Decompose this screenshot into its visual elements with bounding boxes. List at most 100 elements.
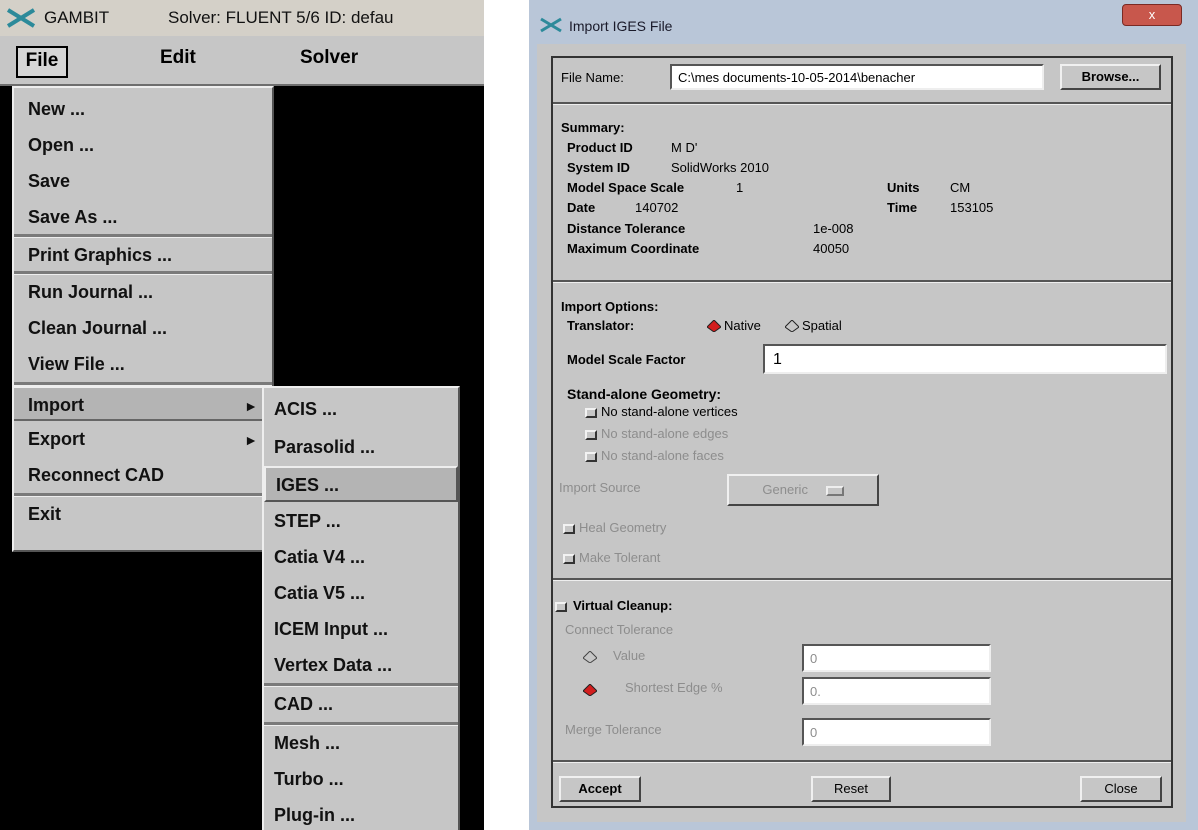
product-id-value: M D'	[671, 140, 698, 155]
model-scale-factor-field[interactable]: 1	[763, 344, 1167, 374]
shortest-edge-field[interactable]: 0.	[802, 677, 991, 705]
menu-item-label: Vertex Data ...	[274, 655, 393, 675]
menu-item-run-journal[interactable]: Run Journal ...	[14, 275, 272, 310]
menu-item-new[interactable]: New ...	[14, 92, 272, 127]
import-catia-v5[interactable]: Catia V5 ...	[264, 576, 458, 612]
menu-item-label: ACIS ...	[274, 399, 338, 419]
translator-native-label: Native	[724, 318, 761, 333]
gambit-logo-icon	[6, 8, 36, 28]
import-parasolid[interactable]: Parasolid ...	[264, 430, 458, 466]
menu-item-export[interactable]: Export ►	[14, 422, 272, 457]
menu-item-label: Save	[28, 171, 71, 191]
make-tolerant-checkbox[interactable]	[563, 554, 575, 564]
system-id-value: SolidWorks 2010	[671, 160, 770, 175]
close-button[interactable]: Close	[1080, 776, 1162, 802]
file-name-label: File Name:	[561, 70, 624, 85]
virtual-cleanup-checkbox[interactable]	[555, 602, 567, 612]
heal-geometry-label: Heal Geometry	[579, 520, 667, 535]
model-space-scale-value: 1	[736, 180, 744, 195]
import-turbo[interactable]: Turbo ...	[264, 762, 458, 798]
dialog-body: File Name: C:\mes documents-10-05-2014\b…	[537, 44, 1186, 822]
radio-native-selected-icon[interactable]	[707, 320, 721, 332]
import-step[interactable]: STEP ...	[264, 504, 458, 540]
no-standalone-faces-checkbox[interactable]	[585, 452, 597, 462]
import-icem-input[interactable]: ICEM Input ...	[264, 612, 458, 648]
distance-tolerance-label: Distance Tolerance	[567, 221, 686, 236]
menu-item-label: CAD ...	[274, 694, 334, 714]
import-source-option-button[interactable]: Generic	[727, 474, 879, 506]
import-mesh[interactable]: Mesh ...	[264, 726, 458, 762]
units-value: CM	[950, 180, 971, 195]
menu-item-label: STEP ...	[274, 511, 341, 531]
menu-item-import[interactable]: Import ►	[14, 386, 272, 421]
heal-geometry-checkbox[interactable]	[563, 524, 575, 534]
menu-item-label: Parasolid ...	[274, 437, 376, 457]
no-standalone-edges-checkbox[interactable]	[585, 430, 597, 440]
value-label: Value	[613, 648, 646, 663]
no-standalone-faces-label: No stand-alone faces	[601, 448, 724, 463]
menu-item-label: View File ...	[28, 354, 125, 374]
window-frame	[529, 44, 537, 830]
make-tolerant-label: Make Tolerant	[579, 550, 661, 565]
file-name-field[interactable]: C:\mes documents-10-05-2014\benacher	[670, 64, 1044, 90]
menu-item-label: Open ...	[28, 135, 95, 155]
dialog-panel: File Name: C:\mes documents-10-05-2014\b…	[551, 56, 1173, 808]
import-acis[interactable]: ACIS ...	[264, 392, 458, 428]
summary-heading: Summary:	[561, 120, 625, 135]
radio-spatial-icon[interactable]	[785, 320, 799, 332]
solver-info: Solver: FLUENT 5/6 ID: defau	[168, 8, 394, 27]
menu-item-clean-journal[interactable]: Clean Journal ...	[14, 311, 272, 346]
model-space-scale-label: Model Space Scale	[567, 180, 685, 195]
window-frame	[1186, 44, 1198, 830]
translator-label: Translator:	[567, 318, 635, 333]
close-window-button[interactable]: x	[1122, 4, 1182, 26]
menu-item-label: Run Journal ...	[28, 282, 154, 302]
no-standalone-vertices-checkbox[interactable]	[585, 408, 597, 418]
menu-item-label: Turbo ...	[274, 769, 344, 789]
menu-edit[interactable]: Edit	[160, 47, 196, 69]
browse-button[interactable]: Browse...	[1060, 64, 1161, 90]
menu-item-open[interactable]: Open ...	[14, 128, 272, 163]
menu-item-label: Import	[28, 395, 84, 415]
import-vertex-data[interactable]: Vertex Data ...	[264, 648, 458, 684]
window-frame	[529, 822, 1198, 830]
menu-item-exit[interactable]: Exit	[14, 497, 272, 532]
import-source-value: Generic	[762, 482, 808, 497]
menu-bar: File Edit Solver	[0, 36, 484, 86]
connect-tolerance-label: Connect Tolerance	[565, 622, 674, 637]
menu-solver[interactable]: Solver	[300, 47, 358, 69]
radio-value-icon[interactable]	[583, 651, 597, 663]
menu-item-label: Print Graphics ...	[28, 245, 173, 265]
no-standalone-vertices-label: No stand-alone vertices	[601, 404, 738, 419]
divider	[553, 102, 1171, 105]
menu-item-view-file[interactable]: View File ...	[14, 347, 272, 382]
import-plug-in[interactable]: Plug-in ...	[264, 798, 458, 830]
import-options-heading: Import Options:	[561, 299, 659, 314]
menu-item-label: Export	[28, 429, 86, 449]
merge-tolerance-field[interactable]: 0	[802, 718, 991, 746]
option-menu-indicator-icon	[825, 485, 844, 496]
menu-item-label: Exit	[28, 504, 62, 524]
import-catia-v4[interactable]: Catia V4 ...	[264, 540, 458, 576]
menu-item-label: Catia V5 ...	[274, 583, 366, 603]
gambit-logo-icon	[540, 17, 562, 33]
menu-file[interactable]: File	[16, 46, 68, 78]
reset-button[interactable]: Reset	[811, 776, 891, 802]
import-iges[interactable]: IGES ...	[264, 466, 458, 502]
radio-shortest-edge-selected-icon[interactable]	[583, 684, 597, 696]
value-field[interactable]: 0	[802, 644, 991, 672]
file-name-value: C:\mes documents-10-05-2014\benacher	[678, 70, 916, 85]
merge-tolerance-label: Merge Tolerance	[565, 722, 662, 737]
divider	[553, 578, 1171, 581]
menu-item-save[interactable]: Save	[14, 164, 272, 199]
menu-item-reconnect-cad[interactable]: Reconnect CAD	[14, 458, 272, 493]
menu-item-save-as[interactable]: Save As ...	[14, 200, 272, 235]
gambit-window: GAMBIT Solver: FLUENT 5/6 ID: defau File…	[0, 0, 484, 830]
submenu-arrow-icon: ►	[244, 432, 258, 448]
import-iges-dialog: Import IGES File x File Name: C:\mes doc…	[529, 0, 1198, 830]
menu-item-print-graphics[interactable]: Print Graphics ...	[14, 238, 272, 273]
file-menu: New ... Open ... Save Save As ... Print …	[12, 86, 274, 552]
import-cad[interactable]: CAD ...	[264, 687, 458, 723]
accept-button[interactable]: Accept	[559, 776, 641, 802]
value-field-value: 0	[810, 651, 818, 666]
